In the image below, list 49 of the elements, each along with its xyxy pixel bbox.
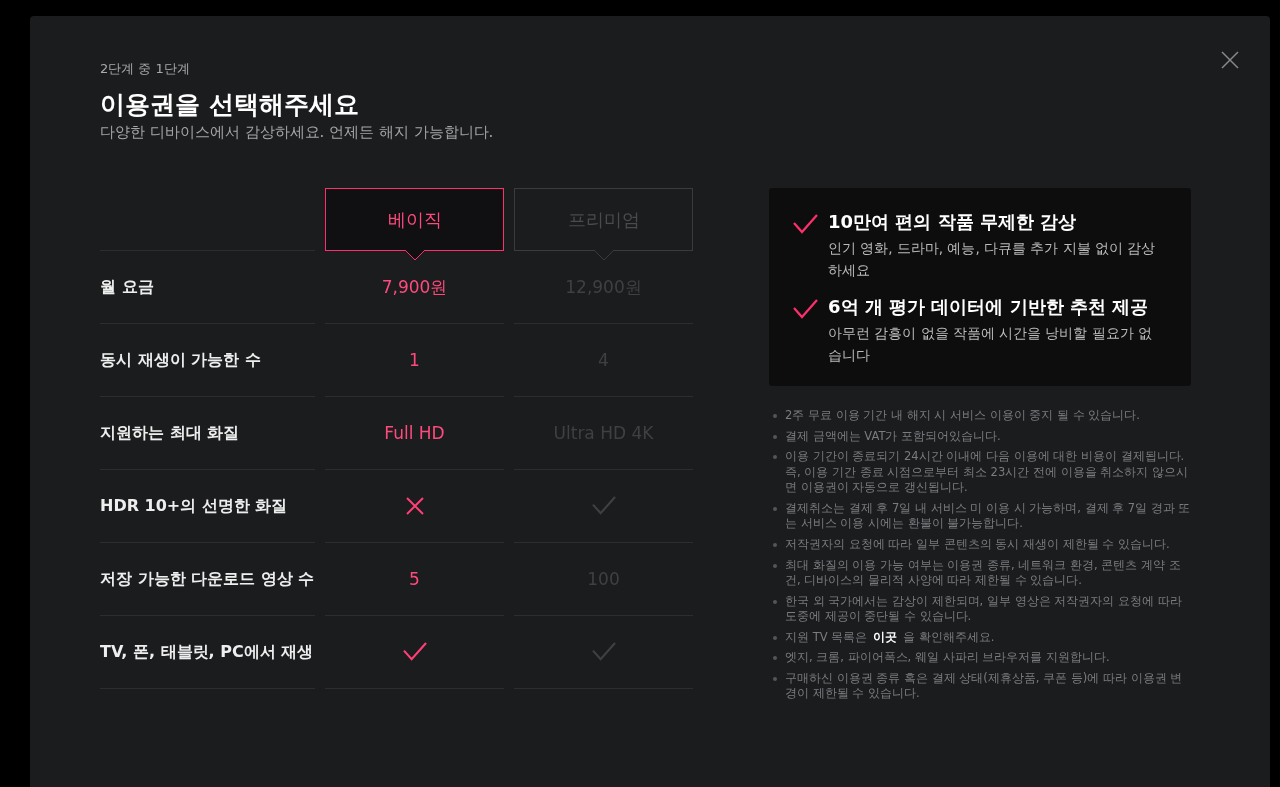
bullet-icon xyxy=(773,563,777,568)
benefit-title: 10만여 편의 작품 무제한 감상 xyxy=(828,210,1078,234)
bullet-icon xyxy=(773,434,777,439)
step-indicator: 2단계 중 1단계 xyxy=(100,60,191,78)
close-icon xyxy=(1220,50,1240,70)
notice-text: 한국 외 국가에서는 감상이 제한되며, 일부 영상은 저작권자의 요청에 따라 도중에 제공이 중단될 수 있습니다. xyxy=(785,593,1183,625)
bullet-icon xyxy=(773,414,777,419)
feature-label: 월 요금 xyxy=(100,276,154,298)
check-icon xyxy=(591,496,616,516)
cross-icon xyxy=(404,496,425,516)
bullet-icon xyxy=(773,599,777,604)
feature-label: 동시 재생이 가능한 수 xyxy=(100,349,261,371)
notice-text: 결제취소는 결제 후 7일 내 서비스 미 이용 시 가능하며, 결제 후 7일 경과 또는 서비스 이용 시에는 환불이 불가능합니다. xyxy=(785,500,1191,532)
bullet-icon xyxy=(773,543,777,547)
notice-text: 2주 무료 이용 기간 내 해지 시 서비스 이용이 중지 될 수 있습니다. xyxy=(785,408,1140,424)
benefit-description: 인기 영화, 드라마, 예능, 다큐를 추가 지불 없이 감상하세요 xyxy=(828,239,1157,280)
modal-title: 이용권을 선택해주세요 xyxy=(100,89,360,121)
feature-label: HDR 10+의 선명한 화질 xyxy=(100,495,288,517)
benefit-description: 아무런 감흥이 없을 작품에 시간을 낭비할 필요가 없습니다 xyxy=(828,324,1154,365)
check-icon xyxy=(402,642,427,662)
notice-text: 구매하신 이용권 종류 혹은 결제 상태(제휴상품, 쿠폰 등)에 따라 이용권 변경이 제한될 수 있습니다. xyxy=(785,670,1184,702)
plan-value: 7,900원 xyxy=(381,275,448,299)
plan-tab[interactable]: 베이직 xyxy=(325,188,504,251)
notice-text: 저작권자의 요청에 따라 일부 콘텐츠의 동시 재생이 제한될 수 있습니다. xyxy=(785,537,1170,553)
feature-label: 지원하는 최대 화질 xyxy=(100,422,240,444)
bullet-icon xyxy=(773,656,777,661)
plan-value: 1 xyxy=(409,350,420,370)
bullet-icon xyxy=(773,455,777,460)
plan-value: 5 xyxy=(409,569,420,589)
notice-text: 이용 기간이 종료되기 24시간 이내에 다음 이용에 대한 비용이 결제됩니다. 즉, 이용 기간 종료 시점으로부터 최소 23시간 전에 이용을 취소하지 않으시면 이용권이 자동으로 갱신됩니다. xyxy=(785,449,1189,496)
notice-text: 최대 화질의 이용 가능 여부는 이용권 종류, 네트워크 환경, 콘텐츠 계약 조건, 디바이스의 물리적 사양에 따라 제한될 수 있습니다. xyxy=(785,557,1182,589)
notice-text: 엣지, 크롬, 파이어폭스, 웨일 사파리 브라우저를 지원합니다. xyxy=(785,650,1110,666)
check-icon xyxy=(793,214,818,234)
bullet-icon xyxy=(773,506,777,511)
feature-label: 저장 가능한 다운로드 영상 수 xyxy=(100,568,315,590)
close-button[interactable] xyxy=(1220,50,1240,70)
link[interactable]: 이곳 xyxy=(873,629,898,644)
modal-subtitle: 다양한 디바이스에서 감상하세요. 언제든 해지 가능합니다. xyxy=(100,123,495,142)
tab-pointer-icon xyxy=(593,250,614,261)
check-icon xyxy=(591,642,616,662)
bullet-icon xyxy=(773,676,777,681)
notice-text: 지원 TV 목록은 이곳 을 확인해주세요. xyxy=(785,629,995,646)
bullet-icon xyxy=(773,635,777,640)
tab-pointer-icon xyxy=(404,250,425,261)
check-icon xyxy=(793,299,818,320)
benefit-title: 6억 개 평가 데이터에 기반한 추천 제공 xyxy=(828,295,1150,320)
feature-label: TV, 폰, 태블릿, PC에서 재생 xyxy=(100,641,314,663)
plan-value: Full HD xyxy=(384,423,445,443)
notice-text: 결제 금액에는 VAT가 포함되어있습니다. xyxy=(785,428,1001,445)
